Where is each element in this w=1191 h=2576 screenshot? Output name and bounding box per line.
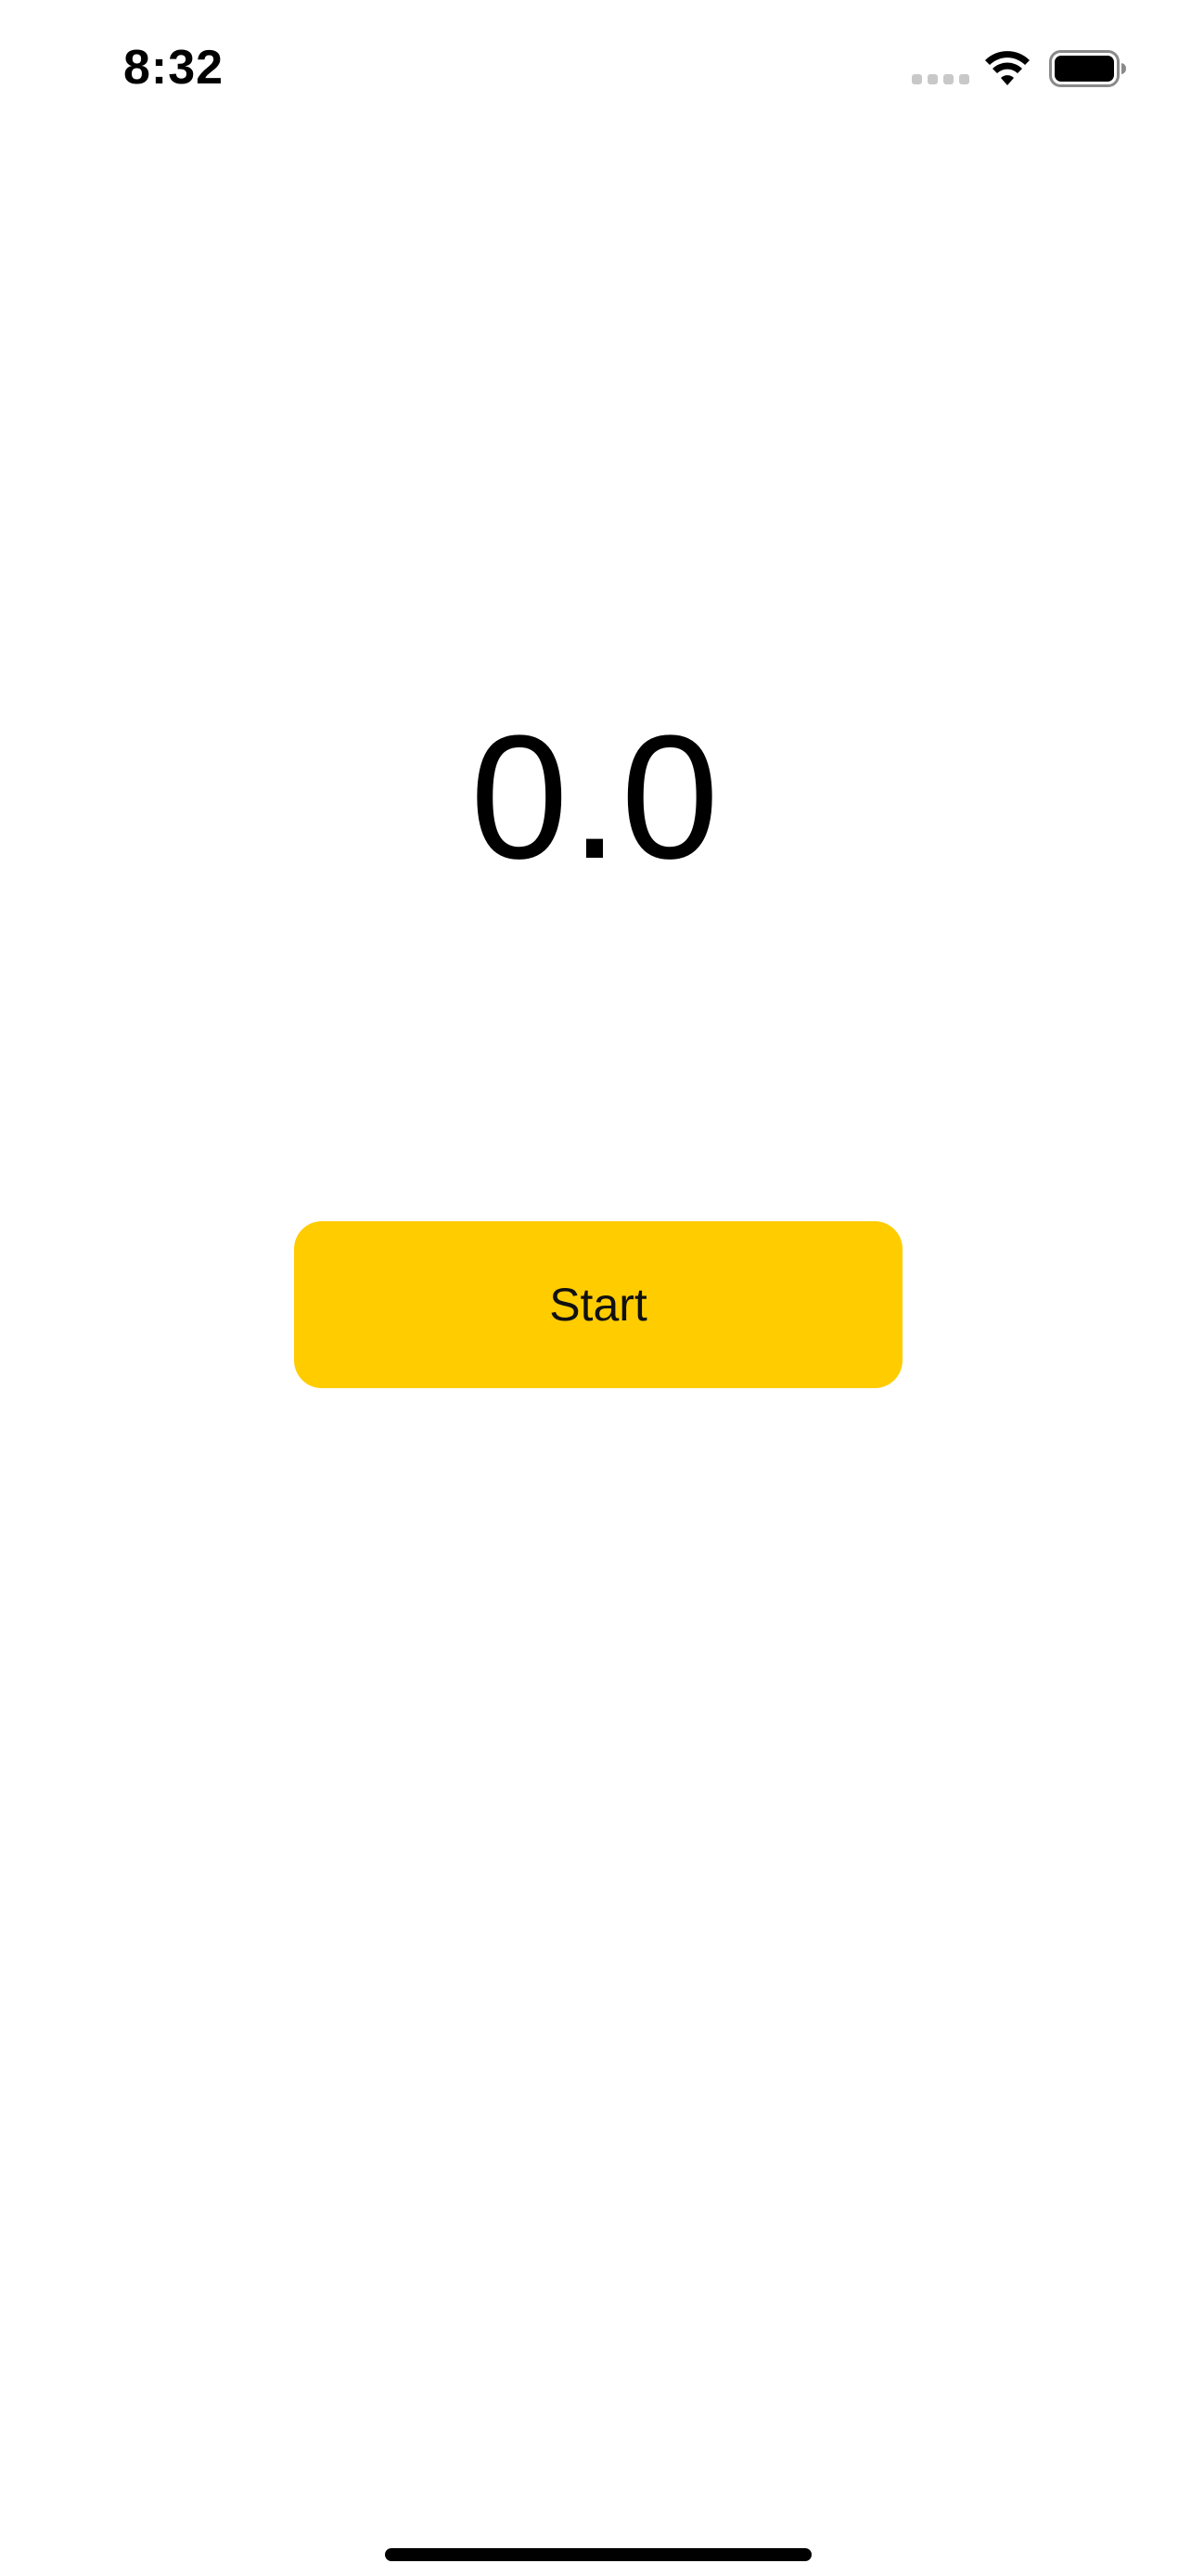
status-bar: 8:32 xyxy=(0,0,1191,139)
cellular-signal-icon xyxy=(912,74,971,85)
home-indicator[interactable] xyxy=(385,2548,812,2561)
wifi-icon xyxy=(984,48,1031,87)
status-time: 8:32 xyxy=(123,41,224,95)
timer-display: 0.0 xyxy=(469,699,722,896)
start-button[interactable]: Start xyxy=(294,1221,903,1388)
battery-icon xyxy=(1049,50,1127,87)
